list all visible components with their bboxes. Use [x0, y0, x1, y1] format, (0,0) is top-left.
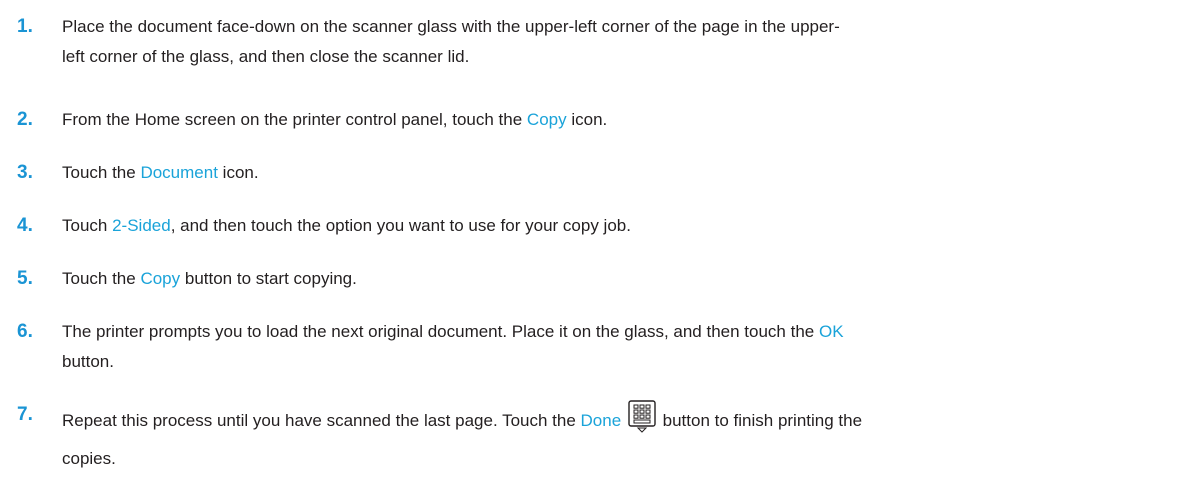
step-text-line: Repeat this process until you have scann… [62, 400, 1182, 440]
step-number: 6. [17, 321, 33, 342]
step-text: Touch 2-Sided, and then touch the option… [62, 211, 1182, 241]
step-text-post: icon. [566, 110, 608, 129]
step-text-line: copies. [62, 449, 116, 468]
step-text-post: button to start copying. [180, 269, 357, 288]
step-text-post: icon. [217, 163, 259, 182]
step-number: 1. [17, 16, 33, 37]
step-text-pre: Touch [62, 216, 113, 235]
copy-link[interactable]: Copy [527, 110, 567, 129]
step-text: Place the document face-down on the scan… [62, 12, 1182, 72]
ok-link[interactable]: OK [819, 322, 844, 341]
step-number: 2. [17, 109, 33, 130]
step-text-post: button to finish printing the [662, 411, 863, 430]
done-grid-icon [628, 400, 656, 434]
document-link[interactable]: Document [140, 163, 217, 182]
step-text: Touch the Document icon. [62, 158, 1182, 188]
done-link[interactable]: Done [581, 411, 622, 430]
step-number: 5. [17, 268, 33, 289]
step-text: The printer prompts you to load the next… [62, 317, 1182, 377]
step-text-pre: Touch the [62, 269, 141, 288]
step-text-post: , and then touch the option you want to … [170, 216, 631, 235]
step-text-pre: Touch the [62, 163, 141, 182]
two-sided-link[interactable]: 2-Sided [112, 216, 171, 235]
step-number: 3. [17, 162, 33, 183]
step-number: 7. [17, 404, 33, 425]
step-text-pre: The printer prompts you to load the next… [62, 322, 819, 341]
step-text-pre: From the Home screen on the printer cont… [62, 110, 527, 129]
step-text-pre: Repeat this process until you have scann… [62, 411, 581, 430]
step-text-line: The printer prompts you to load the next… [62, 317, 1182, 347]
copy-button-link[interactable]: Copy [140, 269, 180, 288]
step-number: 4. [17, 215, 33, 236]
step-text: Repeat this process until you have scann… [62, 400, 1182, 478]
step-text-line: button. [62, 352, 114, 371]
step-text-line: left corner of the glass, and then close… [62, 47, 470, 66]
step-text: From the Home screen on the printer cont… [62, 105, 1182, 135]
step-text: Touch the Copy button to start copying. [62, 264, 1182, 294]
step-text-line: Place the document face-down on the scan… [62, 17, 840, 36]
